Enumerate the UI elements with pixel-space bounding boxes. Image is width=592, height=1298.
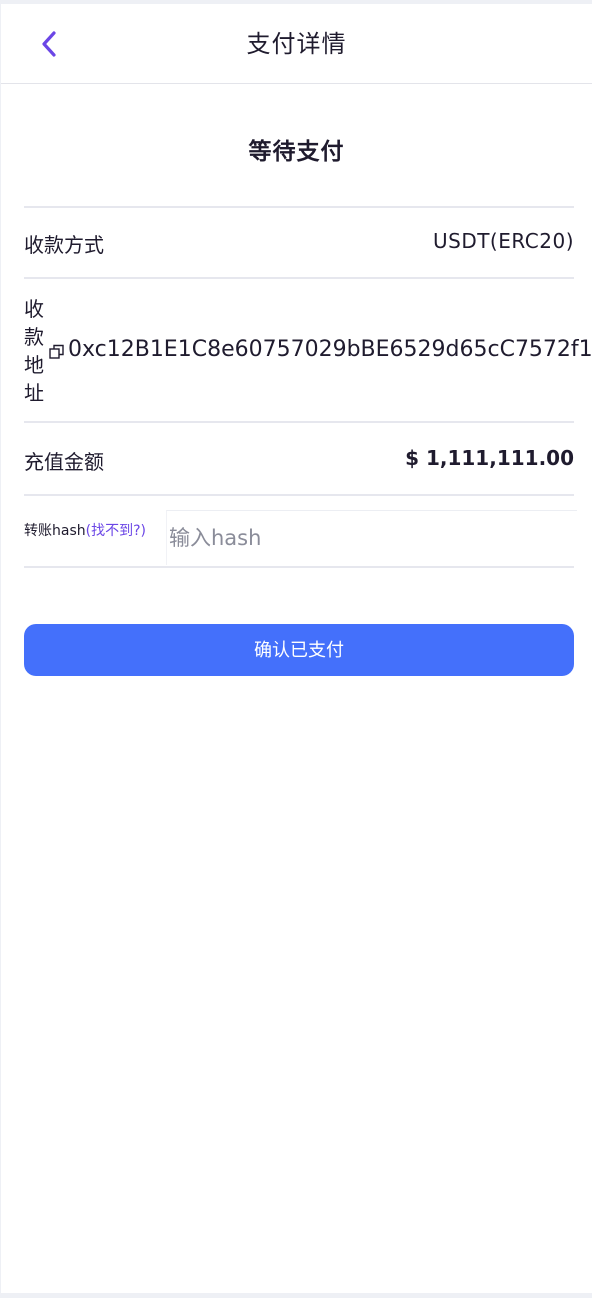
payment-details-page: 支付详情 等待支付 收款方式 USDT(ERC20) 收 款 地 址 0xc12… (1, 4, 592, 1293)
back-button[interactable] (31, 26, 67, 62)
recharge-amount-value: $ 1,111,111.00 (405, 446, 574, 470)
copy-icon[interactable] (48, 343, 66, 361)
address-label-char: 收 (24, 297, 44, 321)
transfer-hash-label-text: 转账hash (24, 523, 86, 539)
confirm-paid-button[interactable]: 确认已支付 (24, 624, 574, 676)
chevron-left-icon (42, 31, 56, 57)
receive-address-value[interactable]: 0xc12B1E1C8e60757029bBE6529d65cC7572f10 (68, 337, 592, 362)
address-label-char: 址 (24, 381, 44, 405)
address-label-char: 地 (24, 353, 44, 377)
transfer-hash-input[interactable] (166, 510, 577, 565)
hash-help-link[interactable]: (找不到?) (86, 523, 146, 539)
receive-address-label: 收 款 地 址 (24, 295, 48, 407)
payment-method-row: 收款方式 USDT(ERC20) (24, 206, 574, 278)
recharge-amount-row: 充值金额 $ 1,111,111.00 (24, 421, 574, 495)
recharge-amount-label: 充值金额 (24, 450, 104, 474)
page-title: 支付详情 (246, 30, 347, 58)
transfer-hash-label: 转账hash(找不到?) (24, 520, 146, 540)
receive-address-row: 收 款 地 址 0xc12B1E1C8e60757029bBE6529d65cC… (24, 277, 592, 423)
payment-status-title: 等待支付 (248, 139, 345, 165)
payment-method-label: 收款方式 (24, 233, 104, 257)
payment-method-value: USDT(ERC20) (432, 229, 574, 253)
app-header: 支付详情 (1, 4, 592, 84)
address-label-char: 款 (24, 325, 44, 349)
transfer-hash-row: 转账hash(找不到?) (24, 494, 577, 568)
